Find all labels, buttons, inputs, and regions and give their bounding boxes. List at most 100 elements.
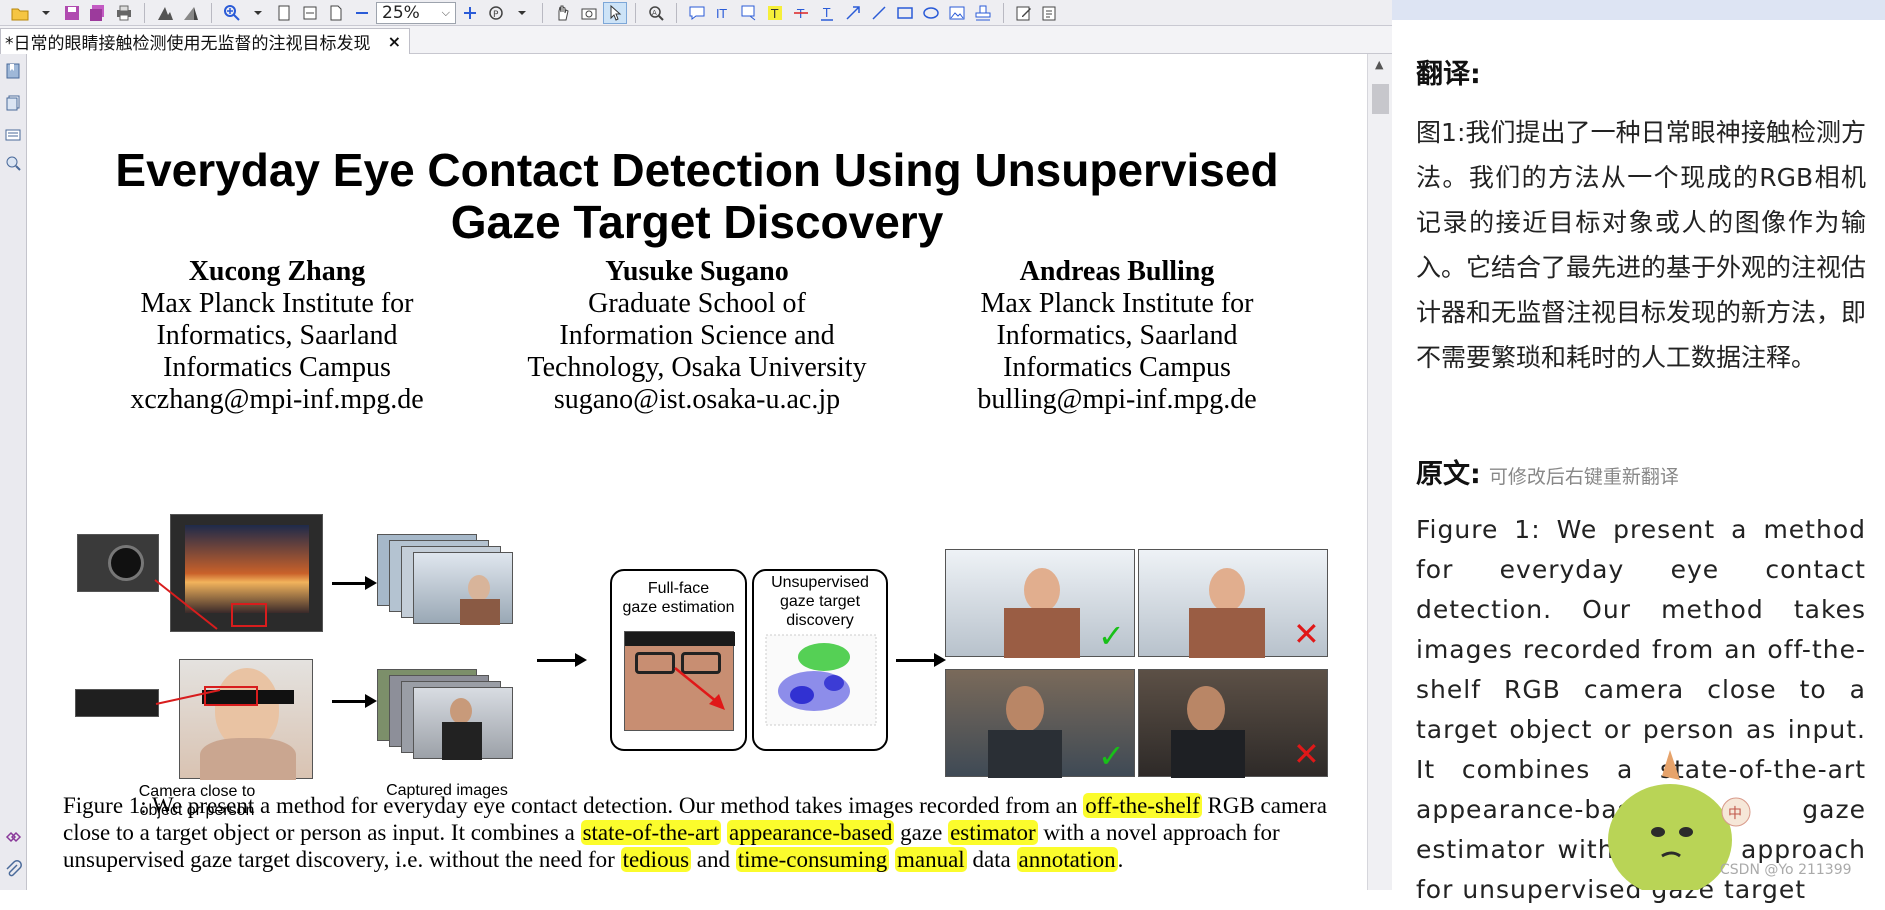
highlight-annotation[interactable]: state-of-the-art xyxy=(580,820,722,845)
person-wearing-glasses-image xyxy=(179,659,313,780)
print-icon[interactable] xyxy=(112,2,136,24)
paper-title: Everyday Eye Contact Detection Using Uns… xyxy=(27,144,1367,248)
fit-width-icon[interactable] xyxy=(298,2,322,24)
caption-text: Figure 1: We present a method for everyd… xyxy=(63,793,1084,818)
image-icon[interactable] xyxy=(945,2,969,24)
close-icon[interactable]: × xyxy=(388,32,401,51)
author-name: Yusuke Sugano xyxy=(605,256,789,287)
title-line-2: Gaze Target Discovery xyxy=(450,196,944,248)
zoom-select[interactable]: 25% ⌵ xyxy=(376,1,456,24)
highlight-annotation[interactable]: estimator xyxy=(948,820,1038,845)
author-affiliation: Information Science and xyxy=(559,320,835,351)
author-affiliation: Informatics Campus xyxy=(1003,352,1231,383)
line-icon[interactable] xyxy=(867,2,891,24)
pages-icon[interactable] xyxy=(4,94,22,112)
edit-alt-icon[interactable] xyxy=(1038,2,1062,24)
arrow-icon xyxy=(332,694,377,708)
scroll-up-icon[interactable]: ▲ xyxy=(1375,58,1383,71)
label-fullface-line: Full-face xyxy=(647,580,710,597)
hand-icon[interactable] xyxy=(551,2,575,24)
gaze-arrow-icon xyxy=(674,667,725,710)
title-line-1: Everyday Eye Contact Detection Using Uns… xyxy=(115,144,1279,196)
caption-text: . xyxy=(1117,847,1124,872)
svg-text:P: P xyxy=(493,10,499,20)
caption-text: data xyxy=(966,847,1017,872)
save-all-icon[interactable] xyxy=(86,2,110,24)
ellipse-icon[interactable] xyxy=(919,2,943,24)
red-pointer-line xyxy=(154,579,218,630)
author-affiliation: Technology, Osaka University xyxy=(527,352,867,383)
note-icon[interactable] xyxy=(737,2,761,24)
zoom-in-icon[interactable] xyxy=(220,2,244,24)
arrow-icon[interactable] xyxy=(841,2,865,24)
author-affiliation: Graduate School of xyxy=(588,288,806,319)
highlight-annotation[interactable]: off-the-shelf xyxy=(1083,793,1202,818)
highlight-annotation[interactable]: appearance-based xyxy=(726,820,895,845)
author-affiliation: Informatics, Saarland xyxy=(156,320,398,351)
search-icon[interactable]: A xyxy=(644,2,668,24)
translation-text[interactable]: 图1:我们提出了一种日常眼神接触检测方法。我们的方法从一个现成的RGB相机记录的… xyxy=(1416,110,1866,380)
comment-icon[interactable] xyxy=(685,2,709,24)
text-box-icon[interactable]: IT xyxy=(711,2,735,24)
dropdown-icon[interactable] xyxy=(510,2,534,24)
cross-icon: ✕ xyxy=(1293,735,1320,773)
svg-text:T: T xyxy=(770,7,779,21)
caption-text: gaze xyxy=(894,820,949,845)
underline-icon[interactable]: T xyxy=(815,2,839,24)
author-affiliation: Informatics, Saarland xyxy=(996,320,1238,351)
label-fullface-line: gaze estimation xyxy=(622,599,735,616)
highlight-annotation[interactable]: tedious xyxy=(620,847,692,872)
vertical-scrollbar[interactable]: ▲ xyxy=(1367,54,1392,890)
chevron-down-icon: ⌵ xyxy=(441,5,450,19)
arrow-icon xyxy=(332,576,377,590)
fit-page-icon[interactable] xyxy=(272,2,296,24)
mountain-icon[interactable] xyxy=(153,2,177,24)
link-icon[interactable] xyxy=(4,828,22,846)
tab-document[interactable]: *日常的眼睛接触检测使用无监督的注视目标发现 × xyxy=(0,28,410,54)
scroll-thumb[interactable] xyxy=(1372,84,1389,114)
original-hint: 可修改后右键重新翻译 xyxy=(1488,466,1679,488)
author-email: xczhang@mpi-inf.mpg.de xyxy=(130,384,424,415)
select-icon[interactable] xyxy=(603,1,627,24)
strikeout-icon[interactable]: T xyxy=(789,2,813,24)
tab-bar: *日常的眼睛接触检测使用无监督的注视目标发现 × xyxy=(0,26,1392,54)
arrow-icon xyxy=(537,653,587,667)
dropdown-icon[interactable] xyxy=(34,2,58,24)
author-affiliation: Max Planck Institute for xyxy=(980,288,1254,319)
toolbar-separator xyxy=(635,2,636,23)
edit-icon[interactable] xyxy=(1012,2,1036,24)
mountain-alt-icon[interactable] xyxy=(179,2,203,24)
left-sidebar xyxy=(0,54,27,890)
attachment-icon[interactable] xyxy=(4,860,22,878)
open-icon[interactable] xyxy=(8,2,32,24)
search-panel-icon[interactable] xyxy=(4,154,22,172)
unsupervised-discovery-box: Unsupervised gaze target discovery xyxy=(752,569,888,751)
cross-icon: ✕ xyxy=(1293,615,1320,653)
toolbar: 25% ⌵ P A IT T T T xyxy=(0,0,1392,26)
toolbar-separator xyxy=(542,2,543,23)
dropdown-icon[interactable] xyxy=(246,2,270,24)
plus-icon[interactable] xyxy=(458,2,482,24)
highlight-annotation[interactable]: manual xyxy=(894,847,967,872)
check-icon: ✓ xyxy=(1098,617,1125,655)
panel-header-bar xyxy=(1392,0,1885,20)
layers-icon[interactable] xyxy=(4,126,22,144)
fullface-estimation-box: Full-face gaze estimation xyxy=(610,569,747,751)
highlight-annotation[interactable]: time-consuming xyxy=(735,847,890,872)
fit-visible-icon[interactable] xyxy=(324,2,348,24)
svg-text:A: A xyxy=(652,9,657,17)
result-image-no-contact-1: ✕ xyxy=(1138,549,1328,658)
stamp-icon[interactable] xyxy=(971,2,995,24)
highlight-icon[interactable]: T xyxy=(763,2,787,24)
save-icon[interactable] xyxy=(60,2,84,24)
author-2: Yusuke Sugano Graduate School of Informa… xyxy=(497,256,897,416)
label-fullface: Full-face gaze estimation xyxy=(612,579,745,617)
original-heading-label: 原文: xyxy=(1416,459,1481,490)
pan-icon[interactable]: P xyxy=(484,2,508,24)
highlight-annotation[interactable]: annotation xyxy=(1016,847,1118,872)
rectangle-icon[interactable] xyxy=(893,2,917,24)
eyetracker-camera-image xyxy=(75,689,159,717)
bookmark-icon[interactable] xyxy=(4,62,22,80)
snapshot-icon[interactable] xyxy=(577,2,601,24)
minus-icon[interactable] xyxy=(350,2,374,24)
